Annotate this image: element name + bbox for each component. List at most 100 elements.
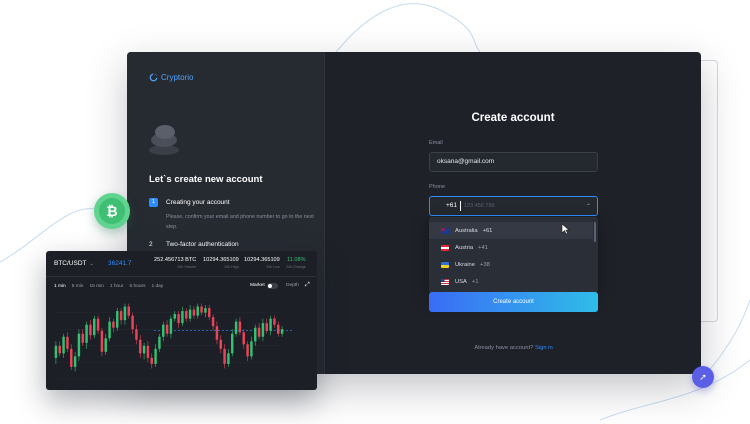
- candle-down: [112, 321, 115, 328]
- candle-down: [246, 344, 249, 357]
- candle-down: [81, 333, 84, 343]
- candle-up: [173, 314, 176, 319]
- candle-up: [254, 327, 257, 342]
- mouse-cursor-icon: [561, 223, 570, 235]
- country-name: USA: [455, 278, 467, 285]
- candle-down: [96, 318, 100, 331]
- ukraine-flag-icon: [441, 261, 449, 268]
- candle-up: [169, 318, 173, 334]
- candle-up: [162, 324, 165, 337]
- candle-up: [181, 311, 184, 324]
- candle-down: [208, 308, 211, 318]
- candle-down: [211, 317, 215, 327]
- email-value: oksana@gmail.com: [437, 158, 495, 165]
- candle-up: [93, 318, 96, 336]
- candle-up: [250, 341, 253, 357]
- country-dropdown: Australia +61 Austria +41 Ukraine +38 US…: [429, 217, 598, 293]
- country-code: +61: [482, 227, 493, 234]
- candle-up: [108, 321, 111, 339]
- phone-placeholder: 123 456 789: [464, 203, 495, 209]
- country-name: Austria: [455, 244, 474, 251]
- phone-label: Phone: [429, 184, 445, 190]
- candle-down: [119, 311, 123, 321]
- candle-down: [146, 345, 150, 358]
- candle-up: [196, 306, 199, 316]
- onboarding-title: Let`s create new account: [149, 174, 263, 185]
- austria-flag-icon: [441, 244, 449, 251]
- create-account-button[interactable]: Create account: [429, 292, 598, 312]
- candle-down: [185, 311, 188, 319]
- candle-up: [158, 336, 161, 349]
- candle-up: [231, 333, 234, 354]
- brand-logo[interactable]: Cryptorio: [149, 73, 193, 82]
- candle-up: [280, 329, 284, 334]
- candle-up: [104, 338, 107, 352]
- candle-up: [77, 333, 81, 357]
- candle-up: [269, 318, 272, 331]
- australia-flag-icon[interactable]: [436, 203, 445, 209]
- create-account-title: Create account: [471, 112, 555, 124]
- signin-prompt: Already have account?: [474, 345, 534, 351]
- dropdown-item-austria[interactable]: Austria +41: [429, 239, 593, 256]
- brand-name: Cryptorio: [161, 73, 194, 82]
- candle-down: [135, 329, 138, 340]
- country-name: Ukraine: [455, 261, 475, 268]
- candle-down: [242, 332, 245, 345]
- step-title-2: Two-factor authentication: [166, 241, 239, 248]
- bitcoin-badge: ₿: [94, 193, 130, 229]
- candle-up: [85, 324, 88, 343]
- candle-down: [277, 324, 280, 334]
- candle-up: [204, 308, 207, 313]
- email-field[interactable]: oksana@gmail.com: [429, 152, 598, 172]
- candle-down: [223, 348, 226, 364]
- avatar-illustration: [149, 125, 179, 155]
- candle-down: [70, 348, 73, 367]
- candle-down: [66, 336, 69, 349]
- usa-flag-icon: [441, 278, 449, 285]
- candle-down: [192, 309, 196, 316]
- candle-up: [62, 336, 65, 354]
- step-number-2: 2: [149, 241, 153, 248]
- phone-field[interactable]: +61 123 456 789 ⌃: [429, 196, 598, 216]
- candlestick-plot: [54, 295, 292, 380]
- cryptorio-logo-icon: [149, 73, 158, 82]
- candle-down: [265, 323, 268, 331]
- candle-down: [215, 326, 219, 340]
- country-code: +1: [471, 278, 479, 285]
- candle-down: [100, 330, 104, 352]
- candle-down: [165, 324, 169, 334]
- candle-up: [227, 353, 230, 364]
- australia-flag-icon: [441, 227, 449, 234]
- candle-up: [123, 306, 127, 321]
- candle-down: [238, 321, 242, 333]
- dropdown-item-ukraine[interactable]: Ukraine +38: [429, 256, 593, 273]
- chevron-up-icon[interactable]: ⌃: [586, 203, 591, 210]
- signin-row: Already have account? Sign in: [429, 345, 598, 351]
- candle-up: [54, 345, 58, 358]
- phone-country-code: +61: [446, 202, 458, 209]
- candle-down: [219, 339, 222, 349]
- candle-down: [273, 318, 276, 325]
- signin-link[interactable]: Sign in: [535, 345, 553, 351]
- candle-up: [142, 345, 146, 354]
- step-description-1: Please, confirm your email and phone num…: [166, 214, 314, 230]
- screenshot-stage: Cryptorio Let`s create new account 1 Cre…: [0, 0, 750, 424]
- candle-down: [177, 314, 180, 324]
- candle-up: [188, 309, 192, 319]
- candle-down: [257, 327, 261, 337]
- candle-down: [150, 357, 153, 364]
- trading-chart-widget: BTC/USDT ⌄ 36241.7 252.456713 BTC 24h Vol…: [46, 251, 317, 390]
- candle-down: [139, 339, 142, 354]
- candle-up: [154, 348, 157, 364]
- text-caret: [460, 201, 461, 211]
- candle-up: [234, 321, 238, 334]
- candle-up: [261, 323, 265, 337]
- candle-down: [200, 306, 203, 313]
- step-number-1: 1: [149, 198, 158, 207]
- dropdown-scrollbar[interactable]: [594, 222, 596, 242]
- rocket-icon[interactable]: ➚: [692, 366, 714, 388]
- candle-up: [116, 311, 119, 328]
- country-name: Australia: [455, 227, 478, 234]
- dropdown-item-usa[interactable]: USA +1: [429, 273, 593, 290]
- candle-down: [127, 306, 130, 316]
